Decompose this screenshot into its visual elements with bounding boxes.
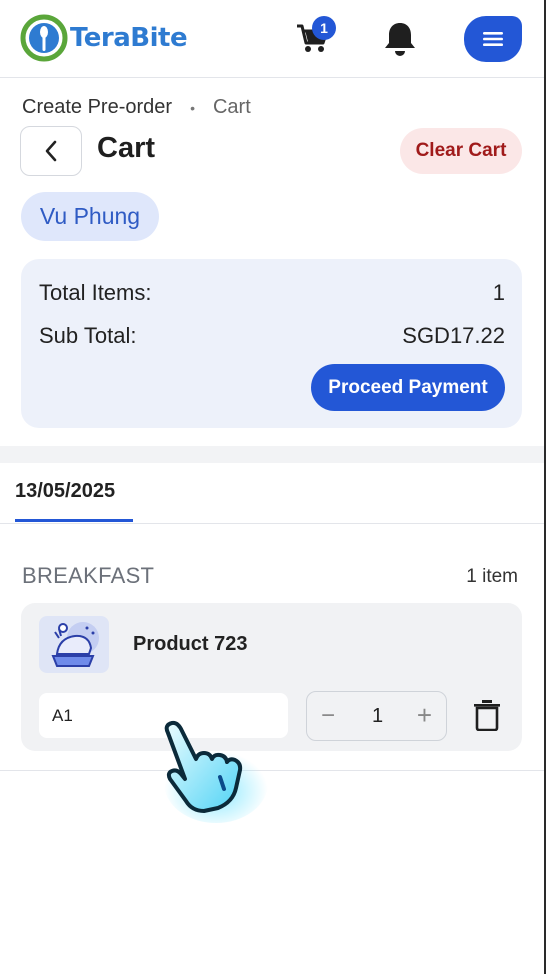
breadcrumb: Create Pre-order • Cart	[22, 96, 251, 119]
cart-summary-card: Total Items: 1 Sub Total: SGD17.22 Proce…	[21, 259, 522, 428]
back-button[interactable]	[20, 126, 82, 176]
tab-date[interactable]: 13/05/2025	[15, 480, 133, 503]
subtotal-label: Sub Total:	[39, 323, 137, 348]
active-tab-indicator	[15, 519, 133, 522]
content-bottom-divider	[0, 770, 544, 771]
hand-pointer-icon	[164, 720, 268, 823]
page-title: Cart	[97, 132, 156, 164]
chevron-left-icon	[45, 140, 57, 162]
meal-label: BREAKFAST	[22, 563, 155, 588]
subtotal-row: Sub Total: SGD17.22	[39, 323, 505, 349]
terabite-logo[interactable]: TeraBite	[20, 14, 188, 62]
logo-icon	[20, 14, 68, 62]
roast-chicken-icon	[51, 622, 99, 667]
breadcrumb-separator: •	[190, 99, 195, 116]
product-name: Product 723	[133, 633, 248, 655]
increase-qty-button[interactable]: +	[417, 700, 432, 731]
hamburger-icon	[483, 32, 503, 46]
section-divider	[0, 446, 544, 463]
proceed-payment-button[interactable]: Proceed Payment	[311, 364, 505, 411]
breadcrumb-parent[interactable]: Create Pre-order	[22, 96, 172, 119]
menu-button[interactable]	[464, 16, 522, 62]
product-thumbnail	[39, 616, 109, 673]
customer-chip[interactable]: Vu Phung	[21, 192, 159, 241]
bell-icon[interactable]	[382, 20, 418, 58]
tabs-divider	[0, 523, 544, 524]
cart-count-badge: 1	[312, 16, 336, 40]
logo-text: TeraBite	[70, 23, 188, 53]
breadcrumb-current: Cart	[212, 96, 251, 118]
subtotal-value: SGD17.22	[402, 323, 505, 348]
total-items-value: 1	[492, 280, 505, 305]
top-header: TeraBite 1	[0, 0, 544, 78]
trash-icon[interactable]	[472, 699, 502, 731]
meal-item-count: 1 item	[466, 566, 518, 587]
cart-item-card: Product 723 − 1 +	[21, 603, 522, 751]
total-items-row: Total Items: 1	[39, 280, 505, 306]
total-items-label: Total Items:	[39, 280, 152, 305]
quantity-stepper: − 1 +	[306, 691, 447, 741]
app-frame: TeraBite 1 Create Pre-order • Cart Cart …	[0, 0, 546, 974]
clear-cart-button[interactable]: Clear Cart	[400, 128, 522, 174]
